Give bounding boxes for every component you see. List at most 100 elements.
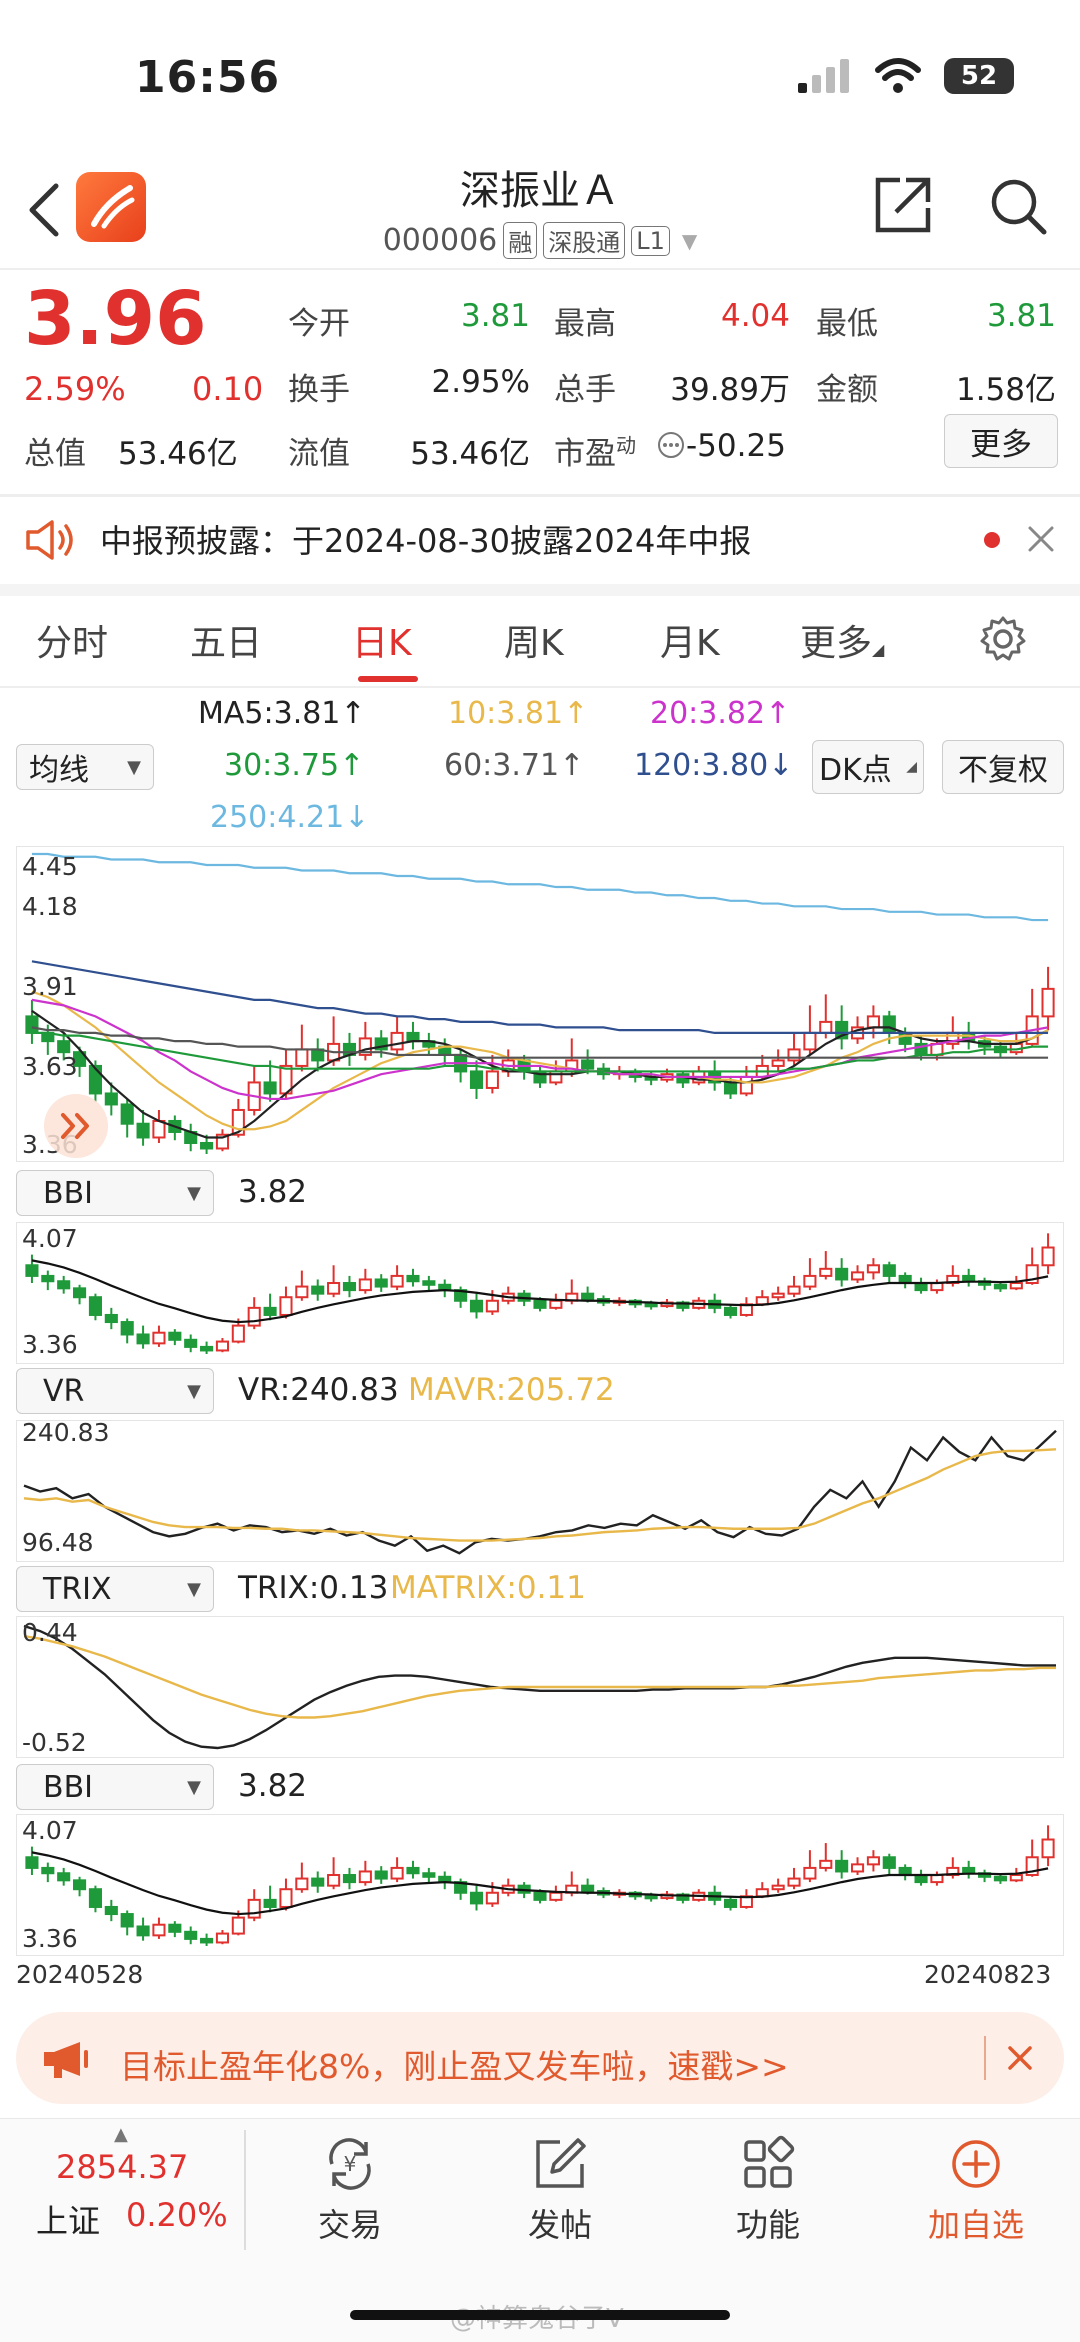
candle-up xyxy=(215,1340,230,1352)
candle-down xyxy=(200,1141,214,1150)
adjust-select[interactable]: 不复权 xyxy=(942,740,1064,794)
candle-up xyxy=(549,1299,563,1309)
indicator-select-vr[interactable]: VR ▼ xyxy=(16,1368,214,1414)
vr-chart[interactable] xyxy=(18,1422,1062,1560)
change-amount: 0.10 xyxy=(192,370,264,408)
candle-up xyxy=(787,1048,801,1062)
candle-down xyxy=(136,1925,150,1937)
quote-more-button[interactable]: 更多 xyxy=(944,414,1058,468)
indicator-select-trix[interactable]: TRIX ▼ xyxy=(16,1566,214,1612)
ma60-legend: 60:3.71↑ xyxy=(444,748,585,783)
trix-caret-icon: ▼ xyxy=(187,1578,201,1600)
notice-text[interactable]: 中报预披露：于2024-08-30披露2024年中报 xyxy=(100,516,751,562)
candle-down xyxy=(469,1070,484,1089)
bbi2-chart[interactable] xyxy=(18,1816,1062,1954)
indicator-select-bbi-2[interactable]: BBI ▼ xyxy=(16,1764,214,1810)
promo-text[interactable]: 目标止盈年化8%，刚止盈又发车啦，速戳>> xyxy=(120,2040,789,2088)
kline-chart[interactable] xyxy=(18,848,1062,1160)
battery-icon: 52 xyxy=(944,58,1014,94)
bbi2-name: BBI xyxy=(43,1769,94,1805)
nav-add-watchlist[interactable]: 加自选 xyxy=(886,2134,1066,2246)
stock-code: 000006 xyxy=(382,223,498,258)
tab-weekly-k[interactable]: 周K xyxy=(504,614,564,666)
nav-trade-label: 交易 xyxy=(317,2206,382,2244)
tab-daily-k[interactable]: 日K xyxy=(352,614,412,666)
candle-down xyxy=(469,1299,484,1313)
tab-more[interactable]: 更多◢ xyxy=(800,614,884,666)
candle-up xyxy=(358,1278,372,1292)
candle-down xyxy=(311,1285,325,1295)
expand-chart-icon[interactable] xyxy=(44,1094,108,1158)
pe-label: 市盈动 xyxy=(554,433,636,472)
ma-select-caret-icon: ▼ xyxy=(127,756,141,778)
nav-functions[interactable]: 功能 xyxy=(678,2134,858,2246)
trix-value: TRIX:0.13 xyxy=(238,1570,389,1606)
vr-name: VR xyxy=(43,1373,85,1409)
candle-up xyxy=(390,1031,404,1051)
dk-point-select[interactable]: DK点 ◢ xyxy=(812,740,924,794)
candle-up xyxy=(549,1070,563,1084)
ma-type-label: 均线 xyxy=(29,753,89,788)
quote-divider xyxy=(0,494,1080,497)
pe-value: -50.25 xyxy=(686,428,786,464)
candle-down xyxy=(644,1895,658,1900)
date-end: 20240823 xyxy=(924,1960,1052,1989)
bbi1-y-top: 4.07 xyxy=(22,1224,78,1253)
candle-up xyxy=(771,1292,785,1299)
candle-down xyxy=(835,1859,849,1873)
home-indicator xyxy=(350,2310,730,2320)
bbi1-chart[interactable] xyxy=(18,1224,1062,1362)
candle-down xyxy=(882,1264,896,1277)
candle-up xyxy=(327,1282,341,1295)
mavr-value: MAVR:205.72 xyxy=(408,1372,615,1408)
candle-up xyxy=(819,1267,833,1277)
megaphone-icon xyxy=(40,2038,94,2084)
candle-up xyxy=(279,1296,293,1316)
ma-type-select[interactable]: 均线 ▼ xyxy=(16,744,154,790)
candle-up xyxy=(247,1898,261,1919)
candle-up xyxy=(231,1324,245,1343)
main-y-label-1: 4.45 xyxy=(22,852,78,881)
active-tab-underline xyxy=(358,676,418,682)
ma120-legend: 120:3.80↓ xyxy=(634,748,794,783)
promo-close-icon[interactable] xyxy=(1004,2042,1036,2078)
bbi1-value: 3.82 xyxy=(238,1174,308,1210)
index-value[interactable]: 2854.37 xyxy=(56,2148,188,2186)
candle-up xyxy=(866,1856,880,1866)
settings-gear-icon[interactable] xyxy=(978,614,1028,668)
index-name[interactable]: 上证 xyxy=(36,2196,100,2242)
candle-up xyxy=(739,1075,753,1095)
trix-chart[interactable] xyxy=(18,1618,1062,1756)
indicator-select-bbi-1[interactable]: BBI ▼ xyxy=(16,1170,214,1216)
candle-up xyxy=(152,1331,166,1345)
nav-post[interactable]: 发帖 xyxy=(470,2134,650,2246)
tab-intraday[interactable]: 分时 xyxy=(36,614,108,666)
tag-connect: 深股通 xyxy=(543,222,626,259)
candle-up xyxy=(1041,987,1055,1018)
share-icon[interactable] xyxy=(872,174,934,240)
candle-up xyxy=(1009,1282,1023,1290)
status-icons: 52 xyxy=(798,58,1014,94)
nav-trade[interactable]: ¥ 交易 xyxy=(260,2134,440,2246)
nav-add-watchlist-label: 加自选 xyxy=(927,2206,1024,2244)
pe-info-icon[interactable] xyxy=(656,430,686,464)
search-icon[interactable] xyxy=(988,176,1050,242)
index-change[interactable]: 0.20% xyxy=(126,2196,228,2234)
notice-close-icon[interactable] xyxy=(1024,522,1058,560)
low-value: 3.81 xyxy=(986,298,1056,334)
period-tabs: 分时 五日 日K 周K 月K 更多◢ xyxy=(0,592,1080,688)
current-price: 3.96 xyxy=(24,276,207,362)
index-up-arrow-icon: ▲ xyxy=(114,2124,128,2145)
header-divider xyxy=(0,268,1080,270)
pe-superscript: 动 xyxy=(616,433,636,458)
tab-monthly-k[interactable]: 月K xyxy=(660,614,720,666)
candle-up xyxy=(866,1264,880,1274)
candle-up xyxy=(390,1274,404,1288)
mavr-line xyxy=(23,1448,1057,1542)
tab-five-day[interactable]: 五日 xyxy=(190,614,262,666)
vr-value: VR:240.83 xyxy=(238,1372,399,1408)
candle-down xyxy=(200,1345,214,1352)
candle-down xyxy=(374,1278,388,1288)
candle-down xyxy=(73,1287,87,1299)
bbi1-name: BBI xyxy=(43,1175,94,1211)
